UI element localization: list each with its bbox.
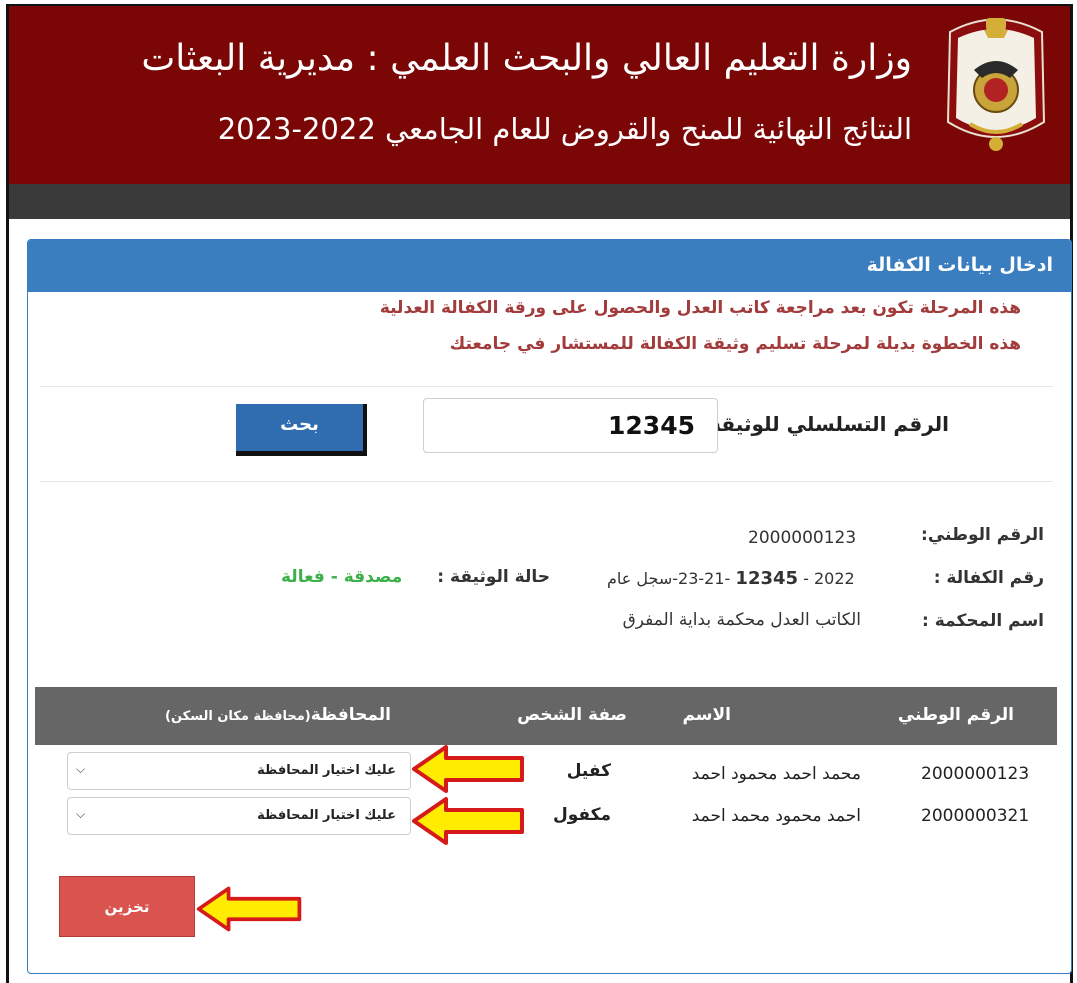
th-name: الاسم [682, 705, 731, 725]
court-name-value: الكاتب العدل محكمة بداية المفرق [622, 610, 861, 630]
guarantee-number-value: 2022 - 12345 -23-21-سجل عام [607, 568, 855, 589]
serial-number-label: الرقم التسلسلي للوثيقة [709, 412, 949, 436]
arrow-left-icon [196, 886, 302, 932]
guarantee-number-prefix: 2022 - [803, 569, 855, 588]
row1-governorate-value: عليك اختيار المحافظة [257, 763, 396, 778]
note-line-1: هذه المرحلة تكون بعد مراجعة كاتب العدل و… [379, 298, 1021, 318]
row1-role: كفيل [566, 761, 611, 781]
divider [40, 386, 1053, 387]
chevron-down-icon: ⌵ [76, 762, 86, 776]
document-status-value: مصدقة - فعالة [281, 567, 403, 587]
panel-title: ادخال بيانات الكفالة [866, 254, 1053, 276]
jordan-emblem-icon [946, 18, 1046, 151]
table-header: الرقم الوطني الاسم صفة الشخص المحافظة(مح… [35, 687, 1057, 745]
arrow-left-icon [412, 745, 524, 793]
chevron-down-icon: ⌵ [76, 807, 86, 821]
search-button[interactable]: بحث [236, 404, 367, 456]
row2-role: مكفول [552, 805, 611, 825]
guarantee-number-suffix: -23-21-سجل عام [607, 569, 731, 588]
panel-header: ادخال بيانات الكفالة [28, 240, 1071, 292]
serial-number-input[interactable]: 12345 [423, 398, 718, 453]
guarantee-number-label: رقم الكفالة : [933, 568, 1044, 588]
th-governorate: المحافظة(محافظة مكان السكن) [165, 705, 391, 725]
row2-name: احمد محمود محمد احمد [691, 806, 861, 826]
row2-governorate-select[interactable]: عليك اختيار المحافظة ⌵ [67, 797, 411, 835]
save-button[interactable]: تخزين [59, 876, 195, 937]
document-status-label: حالة الوثيقة : [437, 567, 550, 587]
guarantee-number-serial: 12345 [735, 568, 799, 589]
th-governorate-label: المحافظة [310, 705, 391, 725]
court-name-label: اسم المحكمة : [922, 611, 1044, 631]
national-id-label: الرقم الوطني: [921, 525, 1044, 545]
th-national-id: الرقم الوطني [897, 705, 1014, 725]
ministry-title: وزارة التعليم العالي والبحث العلمي : مدي… [141, 38, 912, 79]
national-id-value: 2000000123 [748, 528, 857, 548]
arrow-left-icon [412, 797, 524, 845]
row2-governorate-value: عليك اختيار المحافظة [257, 808, 396, 823]
results-subtitle: النتائج النهائية للمنح والقروض للعام الج… [217, 112, 912, 146]
th-governorate-note: (محافظة مكان السكن) [165, 709, 311, 724]
row1-national-id: 2000000123 [921, 764, 1030, 784]
note-line-2: هذه الخطوة بديلة لمرحلة تسليم وثيقة الكف… [449, 334, 1021, 354]
row1-name: محمد احمد محمود احمد [691, 764, 861, 784]
row2-national-id: 2000000321 [921, 806, 1030, 826]
divider [40, 481, 1053, 482]
th-role: صفة الشخص [517, 705, 627, 725]
row1-governorate-select[interactable]: عليك اختيار المحافظة ⌵ [67, 752, 411, 790]
